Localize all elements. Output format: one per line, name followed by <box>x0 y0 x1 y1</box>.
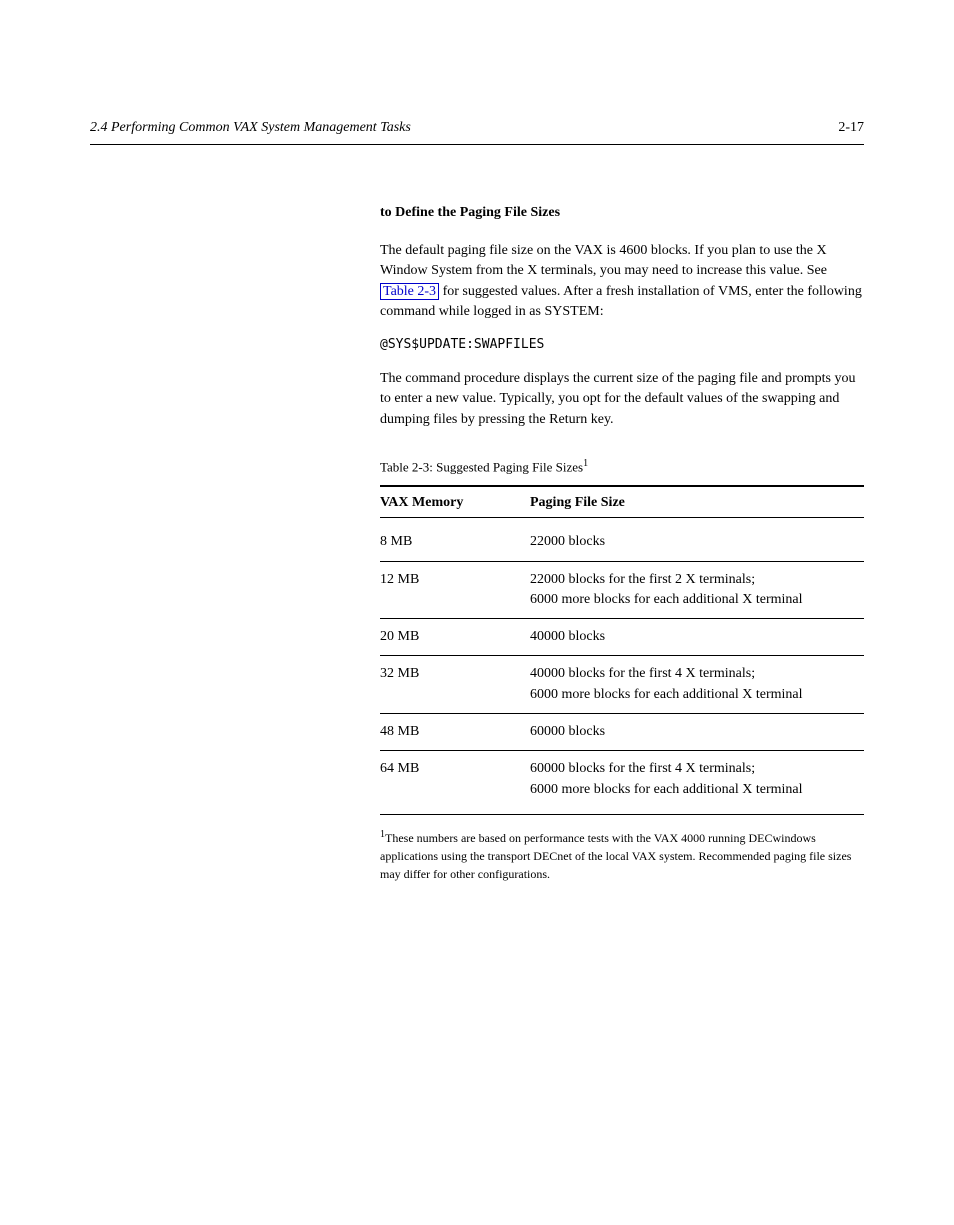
table-cell-memory: 64 MB <box>380 759 530 800</box>
table-row: 20 MB 40000 blocks <box>380 619 864 656</box>
table-footnote: 1These numbers are based on performance … <box>380 827 864 883</box>
table-cell-memory: 32 MB <box>380 664 530 705</box>
table-cell-size: 40000 blocks for the first 4 X terminals… <box>530 664 864 705</box>
table-reference-link[interactable]: Table 2-3 <box>380 283 439 300</box>
content-column: to Define the Paging File Sizes The defa… <box>380 205 864 883</box>
paragraph-1: The default paging file size on the VAX … <box>380 241 864 322</box>
page-header: 2.4 Performing Common VAX System Managem… <box>90 120 864 145</box>
par1-before: The default paging file size on the VAX … <box>380 243 827 278</box>
subsection-title: to Define the Paging File Sizes <box>380 205 864 221</box>
table-row: 48 MB 60000 blocks <box>380 714 864 751</box>
table-header-memory: VAX Memory <box>380 495 530 511</box>
table-header-row: VAX Memory Paging File Size <box>380 495 864 518</box>
table-caption: Table 2-3: Suggested Paging File Sizes1 <box>380 458 864 475</box>
command-line: @SYS$UPDATE:SWAPFILES <box>380 336 864 355</box>
table-cell-size: 22000 blocks for the first 2 X terminals… <box>530 570 864 611</box>
paragraph-2: The command procedure displays the curre… <box>380 369 864 430</box>
table-cell-size: 40000 blocks <box>530 627 864 647</box>
par1-after: for suggested values. After a fresh inst… <box>380 284 862 319</box>
page-number: 2-17 <box>838 120 864 136</box>
table-cell-memory: 12 MB <box>380 570 530 611</box>
table-header-size: Paging File Size <box>530 495 864 511</box>
left-margin <box>90 205 380 883</box>
table-cell-size: 60000 blocks for the first 4 X terminals… <box>530 759 864 800</box>
table-row: 12 MB 22000 blocks for the first 2 X ter… <box>380 562 864 620</box>
footnote-text: These numbers are based on performance t… <box>380 831 851 881</box>
table-cell-size: 22000 blocks <box>530 532 864 552</box>
paging-file-table: VAX Memory Paging File Size 8 MB 22000 b… <box>380 485 864 815</box>
table-cell-memory: 8 MB <box>380 532 530 552</box>
table-cell-size: 60000 blocks <box>530 722 864 742</box>
table-row: 32 MB 40000 blocks for the first 4 X ter… <box>380 656 864 714</box>
table-cell-memory: 20 MB <box>380 627 530 647</box>
table-row: 8 MB 22000 blocks <box>380 524 864 561</box>
section-number: 2.4 Performing Common VAX System Managem… <box>90 120 411 136</box>
main-content: to Define the Paging File Sizes The defa… <box>90 205 864 883</box>
table-cell-memory: 48 MB <box>380 722 530 742</box>
table-row: 64 MB 60000 blocks for the first 4 X ter… <box>380 751 864 808</box>
